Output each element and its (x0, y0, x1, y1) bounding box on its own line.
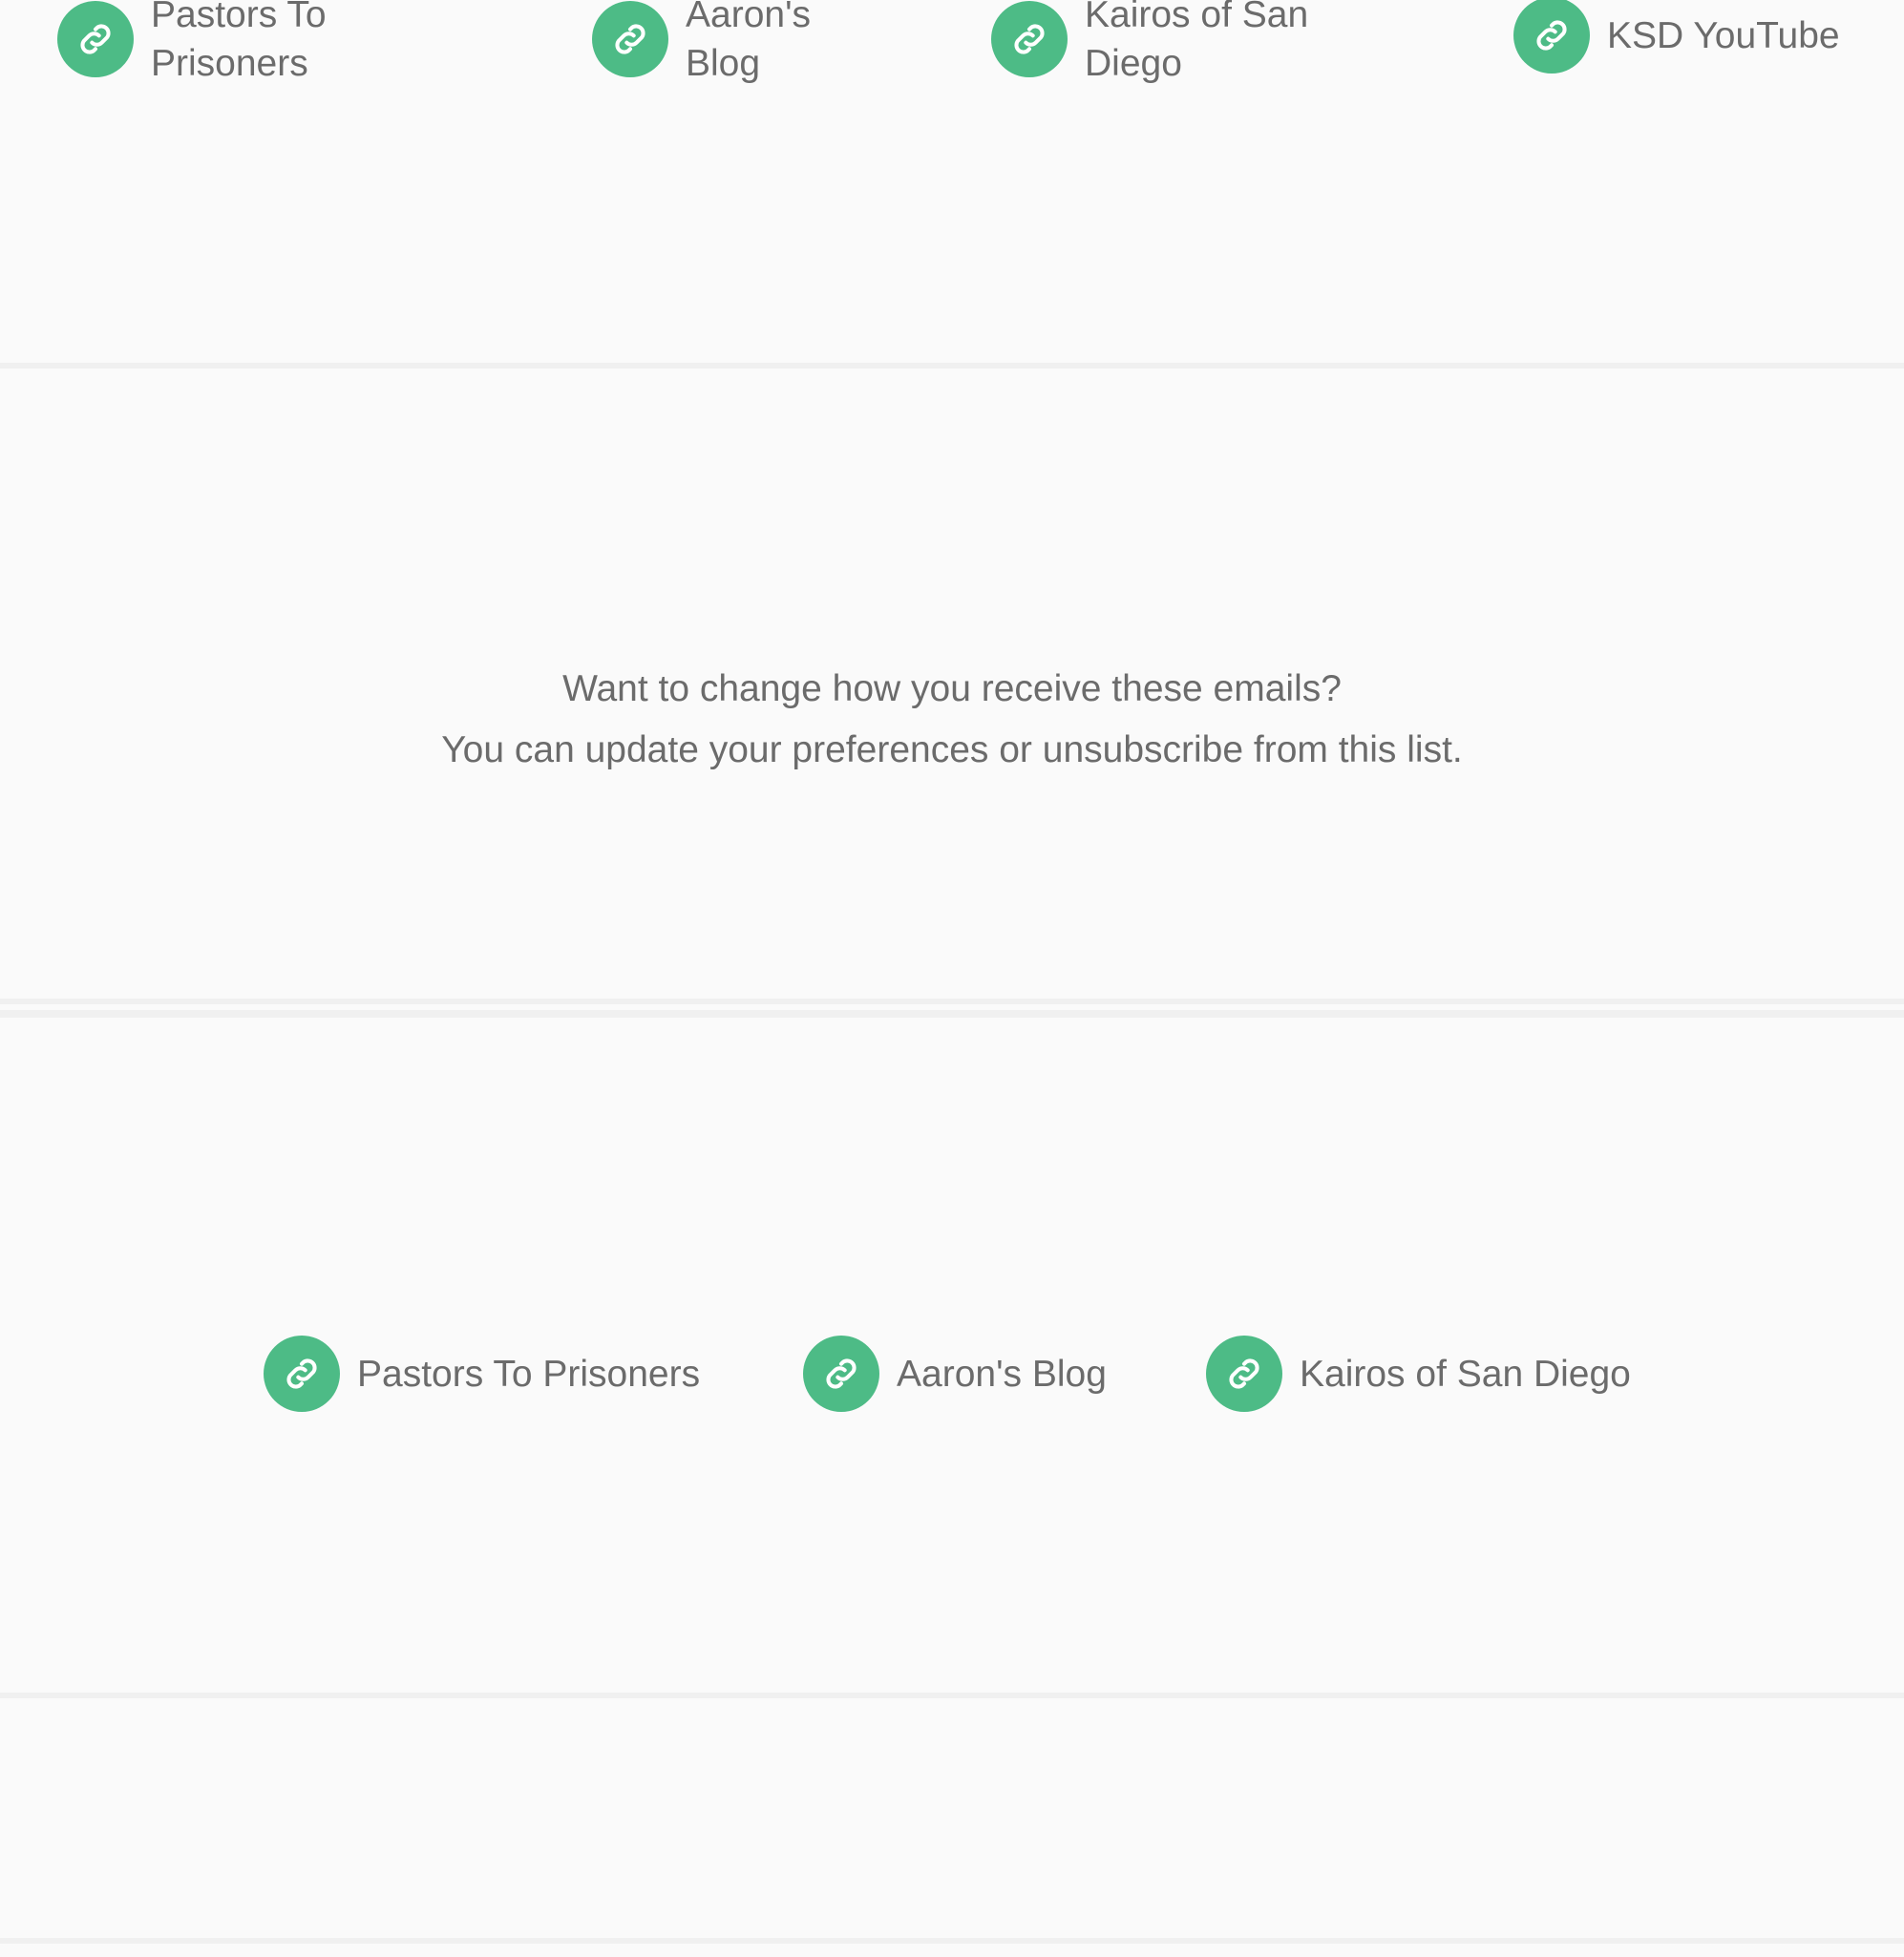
top-link-ksd-youtube[interactable]: KSD YouTube (1513, 0, 1874, 74)
top-link-label: KSD YouTube (1607, 14, 1840, 56)
link-icon (991, 1, 1068, 77)
preferences-suffix: . (1451, 729, 1463, 770)
preferences-options: You can update your preferences or unsub… (0, 720, 1904, 781)
bottom-link-aarons-blog[interactable]: Aaron's Blog (803, 1336, 1107, 1412)
update-preferences-link[interactable]: update your preferences (585, 729, 989, 770)
link-icon (57, 1, 134, 77)
bottom-link-label: Aaron's Blog (897, 1353, 1107, 1395)
bottom-link-pastors-to-prisoners[interactable]: Pastors To Prisoners (264, 1336, 700, 1412)
section-divider (0, 1938, 1904, 1944)
top-link-label: Pastors To Prisoners (151, 0, 327, 84)
link-icon (592, 1, 668, 77)
email-preferences-notice: Want to change how you receive these ema… (0, 659, 1904, 781)
link-icon (264, 1336, 340, 1412)
bottom-link-kairos-of-san-diego[interactable]: Kairos of San Diego (1206, 1336, 1631, 1412)
top-link-label: Kairos of San Diego (1085, 0, 1309, 84)
section-divider (0, 1693, 1904, 1698)
preferences-question: Want to change how you receive these ema… (562, 668, 1342, 709)
top-link-kairos-of-san-diego[interactable]: Kairos of San Diego (991, 0, 1371, 88)
section-divider (0, 363, 1904, 368)
section-divider (0, 999, 1904, 1004)
link-icon (1513, 0, 1590, 74)
bottom-link-label: Kairos of San Diego (1300, 1353, 1631, 1395)
top-link-aarons-blog[interactable]: Aaron's Blog (592, 0, 829, 88)
link-icon (1206, 1336, 1282, 1412)
preferences-prefix: You can (441, 729, 585, 770)
section-divider (0, 1010, 1904, 1018)
top-link-pastors-to-prisoners[interactable]: Pastors To Prisoners (57, 0, 370, 88)
bottom-link-label: Pastors To Prisoners (357, 1353, 701, 1395)
unsubscribe-link[interactable]: unsubscribe from this list (1043, 729, 1452, 770)
link-icon (803, 1336, 879, 1412)
top-link-label: Aaron's Blog (686, 0, 812, 84)
preferences-middle: or (988, 729, 1043, 770)
